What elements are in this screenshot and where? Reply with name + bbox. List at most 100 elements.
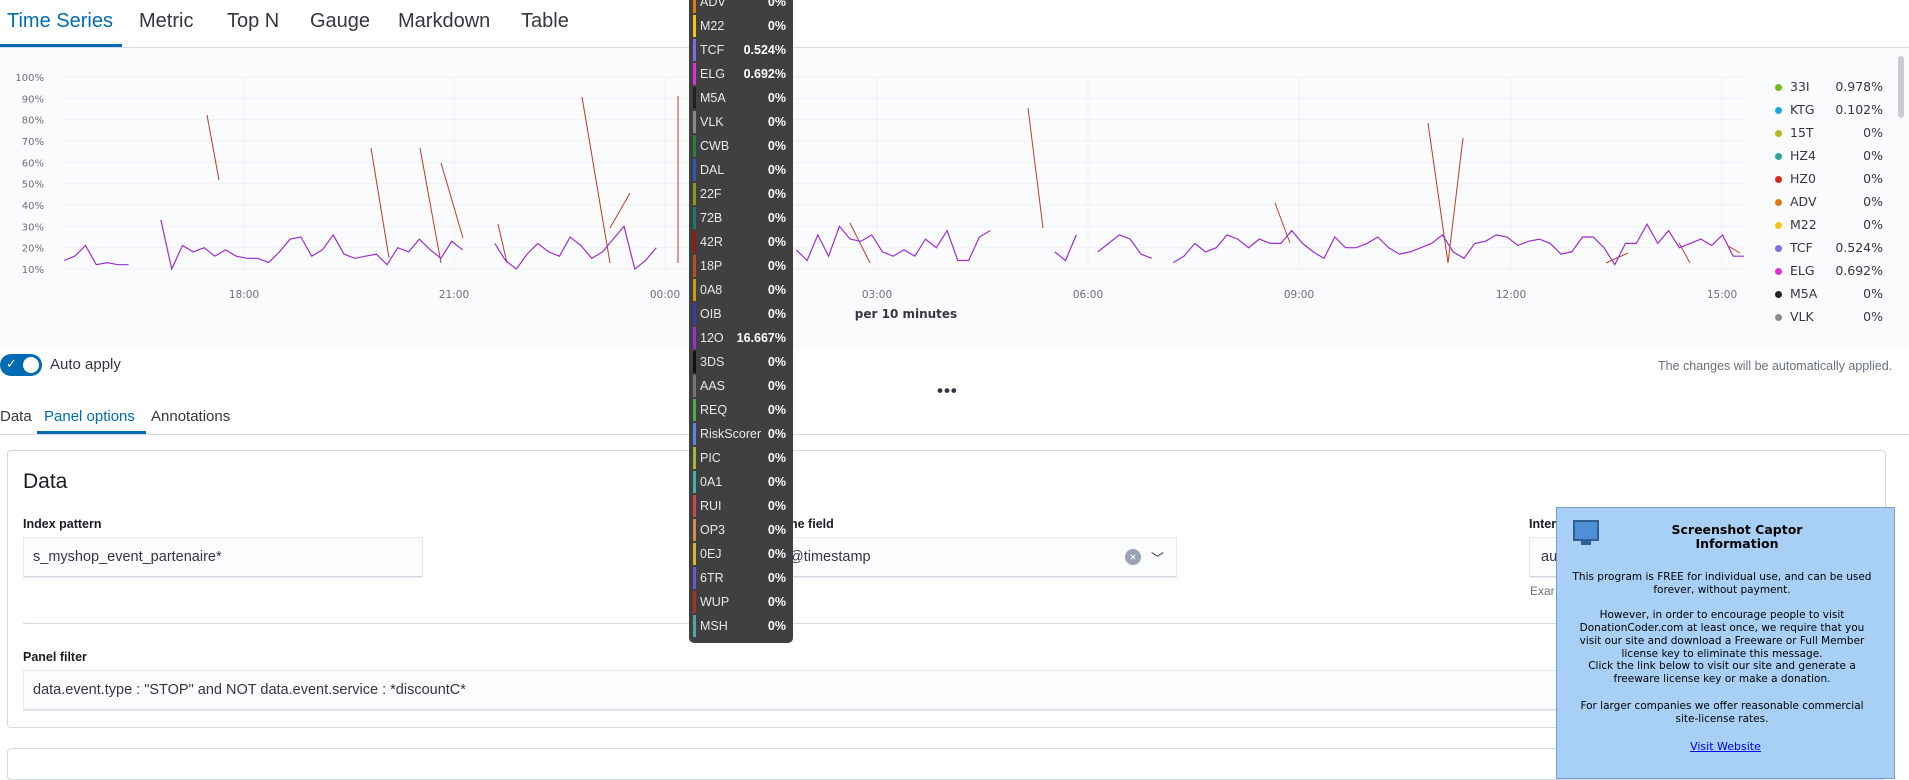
spike-line [581, 96, 611, 264]
legend-name: ELG [1790, 263, 1815, 278]
tooltip-series-value: 0% [767, 259, 786, 273]
legend-item[interactable]: ELG 0.692% [1768, 263, 1883, 286]
legend-item[interactable]: KTG 0.102% [1768, 102, 1883, 125]
legend-name: M22 [1790, 217, 1817, 232]
panel-filter-input[interactable]: data.event.type : "STOP" and NOT data.ev… [23, 670, 1568, 711]
auto-apply-toggle[interactable]: ✓ [0, 354, 42, 376]
tooltip-color-bar [693, 135, 696, 157]
series-line [1097, 234, 1152, 259]
visit-website-link[interactable]: Visit Website [1557, 740, 1894, 753]
legend-item[interactable]: M22 0% [1768, 217, 1883, 240]
divider [23, 623, 1566, 624]
y-tick-label: 60% [22, 158, 44, 169]
tooltip-color-bar [693, 591, 696, 613]
tooltip-series-name: OP3 [700, 523, 726, 537]
tooltip-series-name: DAL [700, 163, 725, 177]
tab-metric[interactable]: Metric [139, 10, 193, 33]
clear-icon[interactable]: × [1125, 549, 1141, 565]
tooltip-row: 0EJ 0% [689, 543, 793, 567]
legend-item[interactable]: 33I 0.978% [1768, 79, 1883, 102]
legend-name: 15T [1790, 125, 1814, 140]
legend-item[interactable]: TCF 0.524% [1768, 240, 1883, 263]
legend-item[interactable]: ADV 0% [1768, 194, 1883, 217]
dialog-text-4: For larger companies we offer reasonable… [1580, 700, 1864, 725]
tooltip-series-value: 0% [767, 235, 786, 249]
tooltip-color-bar [693, 327, 696, 349]
x-tick-label: 15:00 [1707, 289, 1737, 301]
legend-item[interactable]: VLK 0% [1768, 309, 1883, 332]
tab-gauge[interactable]: Gauge [310, 10, 370, 33]
spike-line [849, 222, 871, 264]
legend-name: M5A [1790, 286, 1818, 301]
tooltip-row: ADV 0% [689, 0, 793, 15]
x-tick-label: 09:00 [1284, 289, 1314, 301]
tooltip-color-bar [693, 543, 696, 565]
dialog-title: Screenshot Captor Information [1671, 522, 1803, 551]
legend-item[interactable]: HZ0 0% [1768, 171, 1883, 194]
y-axis-ticks: 100% 90% 80% 70% 60% 50% 40% 30% 20% 10% [15, 73, 44, 276]
time-field-select[interactable]: @timestamp [770, 537, 1177, 578]
tooltip-series-name: AAS [700, 379, 726, 393]
legend-value: 0% [1863, 217, 1883, 232]
tooltip-color-bar [693, 567, 696, 589]
tooltip-series-value: 0% [767, 355, 786, 369]
legend-value: 0% [1863, 125, 1883, 140]
tooltip-row: 18P 0% [689, 255, 793, 279]
legend-item[interactable]: 15T 0% [1768, 125, 1883, 148]
legend-dot [1775, 268, 1782, 275]
tooltip-series-name: 12O [700, 331, 724, 345]
tooltip-color-bar [693, 39, 696, 61]
tooltip-row: 22F 0% [689, 183, 793, 207]
series-line [160, 219, 463, 271]
spike-line [1274, 202, 1291, 244]
series-line [795, 225, 991, 262]
tab-data[interactable]: Data [0, 408, 32, 425]
tooltip-color-bar [693, 615, 696, 637]
chart-legend: 33I 0.978% KTG 0.102% 15T 0% HZ4 0% HZ0 0% ADV 0% M2… [1768, 79, 1883, 332]
tooltip-series-name: MSH [700, 619, 728, 633]
spike-line [370, 147, 390, 259]
tooltip-series-name: 22F [700, 187, 722, 201]
tab-time-series[interactable]: Time Series [7, 10, 113, 33]
spike-line [1027, 107, 1044, 229]
legend-item[interactable]: M5A 0% [1768, 286, 1883, 309]
legend-name: HZ4 [1790, 148, 1816, 163]
legend-value: 0% [1863, 286, 1883, 301]
x-tick-label: 21:00 [439, 289, 469, 301]
legend-name: KTG [1790, 102, 1815, 117]
tooltip-row: 12O 16.667% [689, 327, 793, 351]
tooltip-row: REQ 0% [689, 399, 793, 423]
tab-top-n[interactable]: Top N [227, 10, 279, 33]
tooltip-color-bar [693, 255, 696, 277]
tooltip-color-bar [693, 351, 696, 373]
x-tick-label: 18:00 [229, 289, 259, 301]
tooltip-row: CWB 0% [689, 135, 793, 159]
y-tick-label: 30% [22, 222, 44, 233]
auto-apply-label: Auto apply [50, 356, 121, 373]
chevron-down-icon[interactable]: ﹀ [1151, 548, 1164, 567]
tooltip-row: RUI 0% [689, 495, 793, 519]
tab-annotations[interactable]: Annotations [151, 408, 230, 425]
tab-panel-options[interactable]: Panel options [44, 408, 135, 425]
check-icon: ✓ [6, 356, 17, 371]
tooltip-series-name: RUI [700, 499, 722, 513]
tooltip-series-value: 0% [767, 115, 786, 129]
tooltip-series-name: 0A1 [700, 475, 723, 489]
tab-markdown[interactable]: Markdown [398, 10, 490, 33]
auto-apply-note: The changes will be automatically applie… [1658, 359, 1893, 373]
tab-table[interactable]: Table [521, 10, 569, 33]
legend-dot [1775, 314, 1782, 321]
tooltip-row: ELG 0.692% [689, 63, 793, 87]
tooltip-row: OP3 0% [689, 519, 793, 543]
legend-item[interactable]: HZ4 0% [1768, 148, 1883, 171]
more-options-icon[interactable]: ••• [937, 381, 958, 401]
tooltip-color-bar [693, 519, 696, 541]
section-heading: Data [23, 470, 68, 493]
y-tick-label: 20% [22, 244, 44, 255]
tooltip-series-name: PIC [700, 451, 721, 465]
index-pattern-input[interactable]: s_myshop_event_partenaire* [23, 537, 423, 578]
tooltip-series-value: 16.667% [736, 331, 786, 345]
tooltip-color-bar [693, 15, 696, 37]
legend-scrollbar[interactable] [1898, 56, 1904, 118]
tooltip-series-value: 0% [767, 91, 786, 105]
